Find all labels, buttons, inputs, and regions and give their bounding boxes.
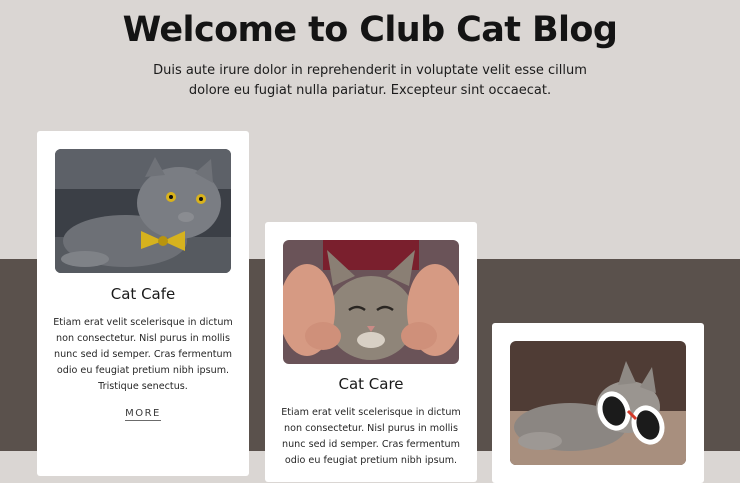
card-image-kitten-hands[interactable] bbox=[283, 240, 459, 364]
card-title: Cat Care bbox=[338, 375, 404, 393]
card-image-cat-sunglasses[interactable] bbox=[510, 341, 686, 465]
card-text: Etiam erat velit scelerisque in dictum n… bbox=[281, 407, 461, 466]
card-image-gray-cat[interactable] bbox=[55, 149, 231, 273]
card-title: Cat Cafe bbox=[110, 285, 176, 303]
blog-card-cat-cafe: Cat Cafe Etiam erat velit scelerisque in… bbox=[37, 131, 249, 476]
page-title: Welcome to Club Cat Blog bbox=[122, 10, 618, 50]
blog-card-cat-care: Cat Care Etiam erat velit scelerisque in… bbox=[265, 222, 477, 482]
page-subtitle: Duis aute irure dolor in reprehenderit i… bbox=[153, 63, 587, 98]
card-text: Etiam erat velit scelerisque in dictum n… bbox=[53, 317, 233, 392]
more-link[interactable]: MORE bbox=[125, 408, 161, 421]
more-link-container: MORE bbox=[37, 408, 249, 421]
blog-card-sunglasses-cat bbox=[492, 323, 704, 483]
